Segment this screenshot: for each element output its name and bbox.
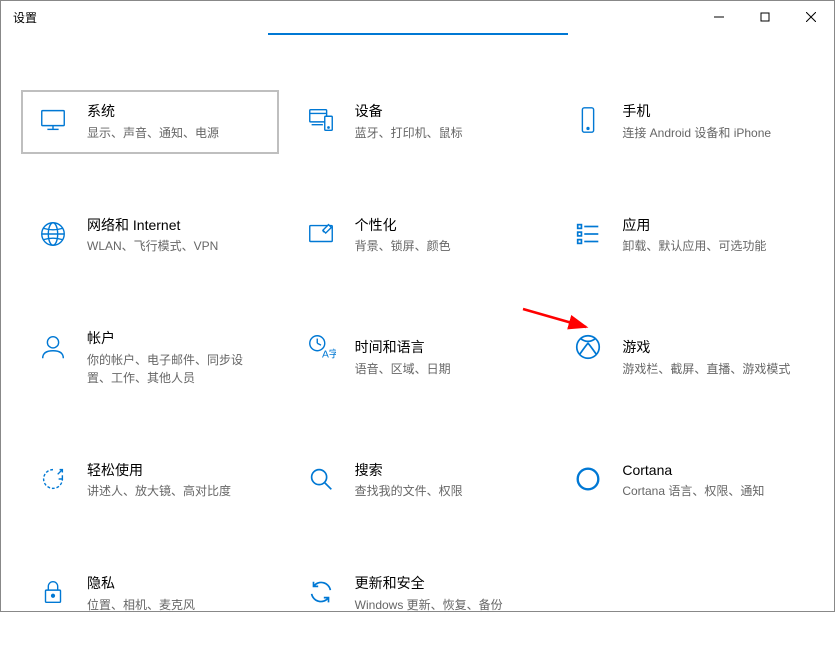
- tile-privacy[interactable]: 隐私 位置、相机、麦克风: [21, 562, 279, 626]
- tile-subtitle: 位置、相机、麦克风: [87, 596, 195, 614]
- window-title: 设置: [13, 9, 696, 26]
- tile-subtitle: 背景、锁屏、颜色: [355, 237, 451, 255]
- tile-network[interactable]: 网络和 Internet WLAN、飞行模式、VPN: [21, 204, 279, 268]
- tile-subtitle: 语音、区域、日期: [355, 360, 451, 378]
- apps-icon: [570, 216, 606, 252]
- tile-subtitle: 显示、声音、通知、电源: [87, 124, 219, 142]
- tile-subtitle: 蓝牙、打印机、鼠标: [355, 124, 463, 142]
- tile-system[interactable]: 系统 显示、声音、通知、电源: [21, 90, 279, 154]
- tile-title: 更新和安全: [355, 574, 503, 594]
- ease-of-access-icon: [35, 461, 71, 497]
- system-icon: [35, 102, 71, 138]
- tile-title: 网络和 Internet: [87, 216, 218, 236]
- tile-subtitle: 卸载、默认应用、可选功能: [622, 237, 766, 255]
- update-icon: [303, 574, 339, 610]
- tile-update-security[interactable]: 更新和安全 Windows 更新、恢复、备份: [289, 562, 547, 626]
- tile-title: 手机: [622, 102, 771, 122]
- tile-title: 设备: [355, 102, 463, 122]
- time-language-icon: A字: [303, 329, 339, 365]
- tile-title: 系统: [87, 102, 219, 122]
- person-icon: [35, 329, 71, 365]
- tile-gaming[interactable]: 游戏 游戏栏、截屏、直播、游戏模式: [556, 317, 814, 399]
- minimize-button[interactable]: [696, 1, 742, 33]
- xbox-icon: [570, 329, 606, 365]
- tile-ease-of-access[interactable]: 轻松使用 讲述人、放大镜、高对比度: [21, 449, 279, 513]
- tile-title: 应用: [622, 216, 766, 236]
- globe-icon: [35, 216, 71, 252]
- tile-subtitle: 游戏栏、截屏、直播、游戏模式: [622, 360, 790, 378]
- tile-devices[interactable]: 设备 蓝牙、打印机、鼠标: [289, 90, 547, 154]
- titlebar: 设置: [1, 1, 834, 33]
- tile-time-language[interactable]: A字 时间和语言 语音、区域、日期: [289, 317, 547, 399]
- tile-title: 个性化: [355, 216, 451, 236]
- tile-subtitle: 连接 Android 设备和 iPhone: [622, 124, 771, 142]
- tile-title: 轻松使用: [87, 461, 231, 481]
- close-button[interactable]: [788, 1, 834, 33]
- tile-subtitle: Cortana 语言、权限、通知: [622, 482, 764, 500]
- tile-title: 隐私: [87, 574, 195, 594]
- tile-title: 游戏: [622, 338, 790, 358]
- cortana-icon: [570, 461, 606, 497]
- personalization-icon: [303, 216, 339, 252]
- svg-text:A字: A字: [322, 348, 336, 361]
- devices-icon: [303, 102, 339, 138]
- settings-grid: 系统 显示、声音、通知、电源 设备 蓝牙、打印机、鼠标: [21, 90, 814, 626]
- tile-subtitle: 查找我的文件、权限: [355, 482, 463, 500]
- tile-personalization[interactable]: 个性化 背景、锁屏、颜色: [289, 204, 547, 268]
- tile-subtitle: 你的帐户、电子邮件、同步设置、工作、其他人员: [87, 351, 265, 387]
- tile-title: Cortana: [622, 461, 764, 481]
- tile-subtitle: WLAN、飞行模式、VPN: [87, 237, 218, 255]
- lock-icon: [35, 574, 71, 610]
- tile-cortana[interactable]: Cortana Cortana 语言、权限、通知: [556, 449, 814, 513]
- phone-icon: [570, 102, 606, 138]
- tile-subtitle: 讲述人、放大镜、高对比度: [87, 482, 231, 500]
- search-icon: [303, 461, 339, 497]
- tile-accounts[interactable]: 帐户 你的帐户、电子邮件、同步设置、工作、其他人员: [21, 317, 279, 399]
- tile-search[interactable]: 搜索 查找我的文件、权限: [289, 449, 547, 513]
- tile-title: 时间和语言: [355, 338, 451, 358]
- tile-title: 帐户: [87, 329, 265, 349]
- maximize-button[interactable]: [742, 1, 788, 33]
- tile-title: 搜索: [355, 461, 463, 481]
- tile-apps[interactable]: 应用 卸载、默认应用、可选功能: [556, 204, 814, 268]
- tile-phone[interactable]: 手机 连接 Android 设备和 iPhone: [556, 90, 814, 154]
- tile-subtitle: Windows 更新、恢复、备份: [355, 596, 503, 614]
- titlebar-controls: [696, 1, 834, 33]
